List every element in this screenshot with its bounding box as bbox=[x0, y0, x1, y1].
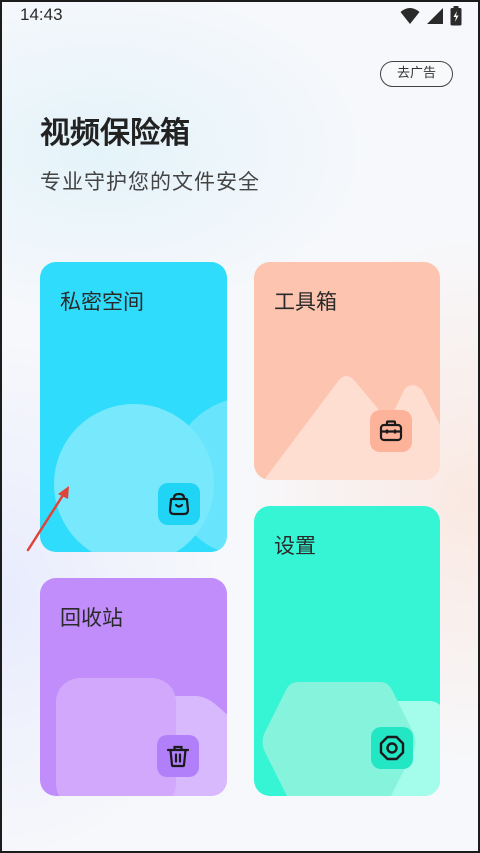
card-label: 设置 bbox=[274, 534, 316, 558]
card-toolbox[interactable]: 工具箱 bbox=[254, 262, 440, 480]
card-label: 工具箱 bbox=[274, 290, 337, 314]
toolbox-icon bbox=[370, 410, 412, 452]
remove-ads-button[interactable]: 去广告 bbox=[380, 61, 453, 87]
signal-icon bbox=[427, 8, 443, 24]
status-bar: 14:43 bbox=[0, 0, 480, 32]
trash-icon bbox=[157, 735, 199, 777]
card-label: 回收站 bbox=[60, 606, 123, 630]
page-subtitle: 专业守护您的文件安全 bbox=[40, 170, 260, 194]
wifi-icon bbox=[400, 8, 420, 24]
battery-icon bbox=[450, 6, 462, 26]
card-recycle-bin[interactable]: 回收站 bbox=[40, 578, 227, 796]
card-settings[interactable]: 设置 bbox=[254, 506, 440, 796]
card-label: 私密空间 bbox=[60, 290, 144, 314]
annotation-arrow bbox=[26, 486, 69, 552]
status-time: 14:43 bbox=[20, 5, 63, 24]
status-icons bbox=[400, 6, 462, 26]
bag-icon bbox=[158, 483, 200, 525]
page-title: 视频保险箱 bbox=[40, 116, 190, 151]
gear-icon bbox=[371, 727, 413, 769]
